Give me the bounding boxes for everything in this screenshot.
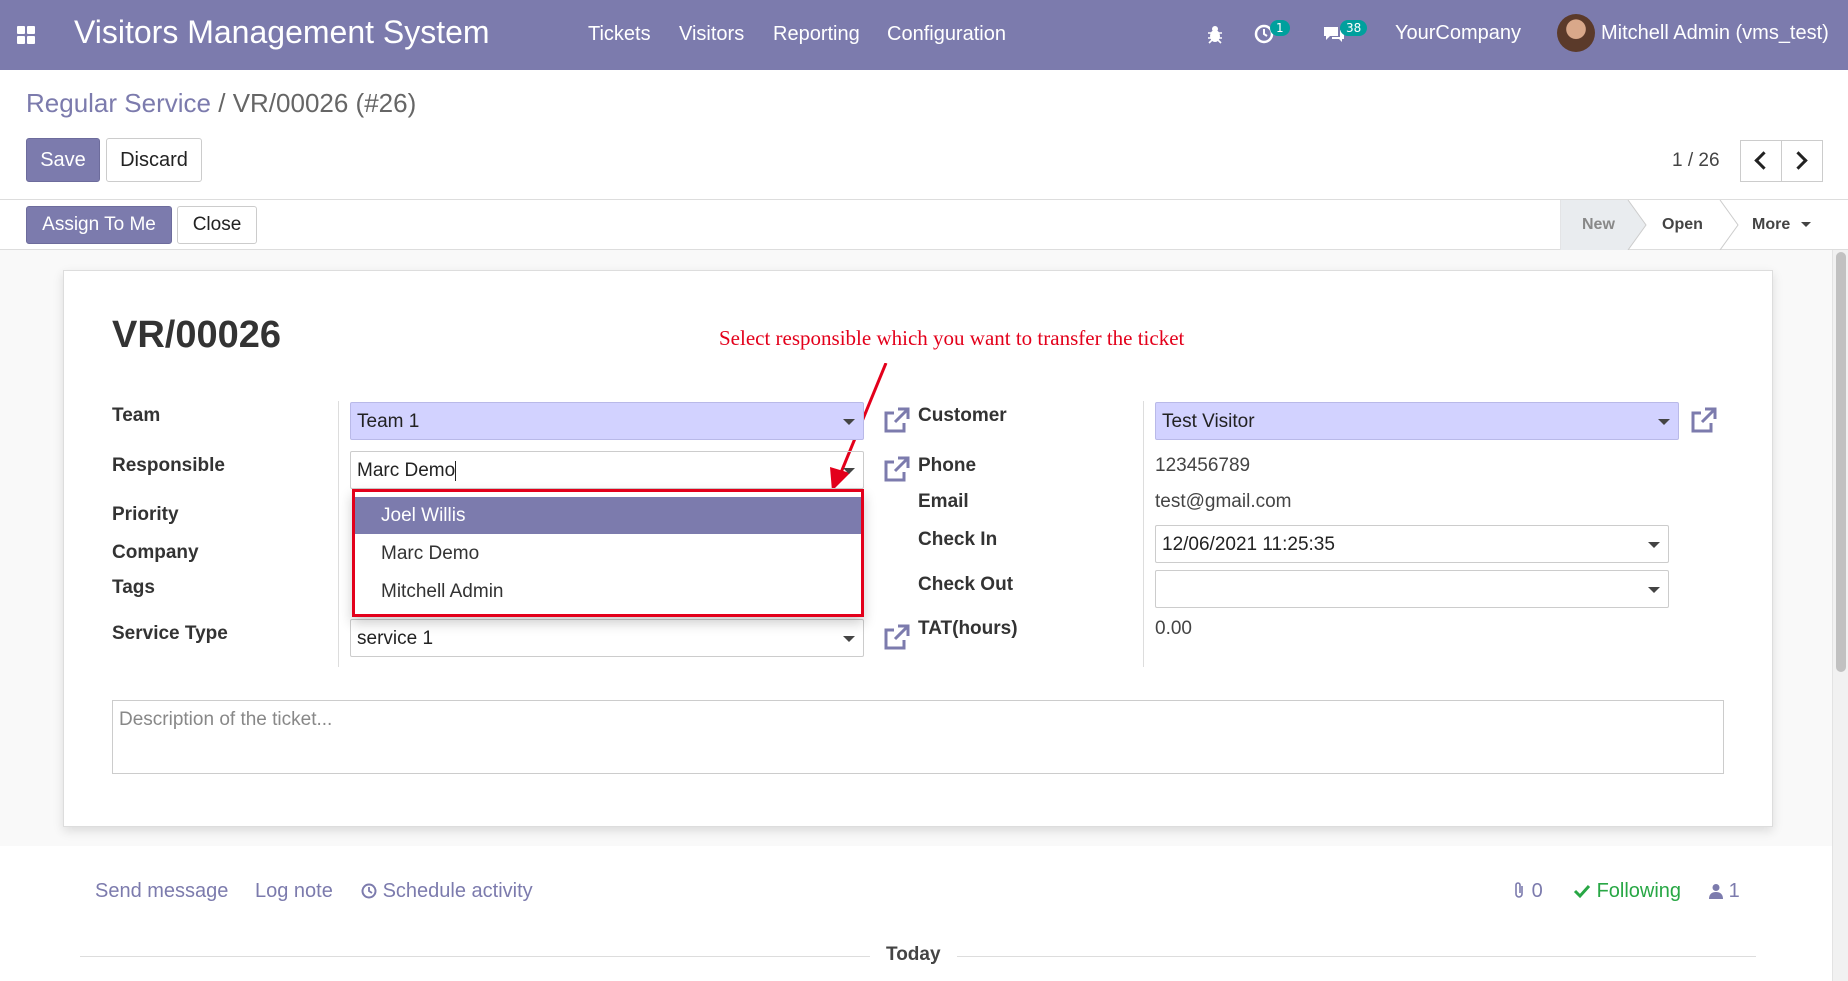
followers-button[interactable]: 1 xyxy=(1709,880,1740,903)
label-tat: TAT(hours) xyxy=(918,618,1018,639)
team-value: Team 1 xyxy=(357,411,420,432)
responsible-input[interactable]: Marc Demo xyxy=(350,451,864,489)
save-button[interactable]: Save xyxy=(26,138,100,182)
check-in-value: 12/06/2021 11:25:35 xyxy=(1162,534,1335,555)
external-link-icon[interactable] xyxy=(882,407,910,433)
top-navbar: Visitors Management System Tickets Visit… xyxy=(0,0,1848,70)
scrollbar[interactable] xyxy=(1832,250,1848,981)
phone-value: 123456789 xyxy=(1155,455,1251,476)
user-icon xyxy=(1709,884,1723,899)
messages-badge: 38 xyxy=(1340,20,1368,36)
label-company: Company xyxy=(112,542,199,563)
label-responsible: Responsible xyxy=(112,455,225,476)
column-separator xyxy=(338,401,339,667)
user-avatar[interactable] xyxy=(1557,14,1595,52)
followers-count: 1 xyxy=(1728,880,1740,902)
menu-configuration[interactable]: Configuration xyxy=(887,23,1006,46)
check-icon xyxy=(1573,884,1591,899)
schedule-activity-button[interactable]: Schedule activity xyxy=(361,880,533,903)
label-email: Email xyxy=(918,491,969,512)
check-out-datetime[interactable] xyxy=(1155,570,1669,608)
chevron-left-icon xyxy=(1754,151,1773,170)
close-ticket-button[interactable]: Close xyxy=(177,206,257,244)
label-check-out: Check Out xyxy=(918,574,1014,595)
stage-new[interactable]: New xyxy=(1582,200,1615,250)
app-title: Visitors Management System xyxy=(74,14,490,50)
status-bar: Assign To Me Close New Open More xyxy=(0,200,1848,250)
date-separator-today: Today xyxy=(870,944,957,966)
label-tags: Tags xyxy=(112,577,155,598)
label-phone: Phone xyxy=(918,455,977,476)
scrollbar-thumb[interactable] xyxy=(1836,252,1846,672)
activity-badge: 1 xyxy=(1270,20,1290,36)
team-select[interactable]: Team 1 xyxy=(350,402,864,440)
user-menu[interactable]: Mitchell Admin (vms_test) xyxy=(1601,22,1829,45)
service-type-select[interactable]: service 1 xyxy=(350,619,864,657)
label-service-type: Service Type xyxy=(112,623,228,644)
pager-previous-button[interactable] xyxy=(1740,140,1782,182)
attachments-button[interactable]: 0 xyxy=(1512,880,1543,903)
pager-next-button[interactable] xyxy=(1781,140,1823,182)
external-link-icon[interactable] xyxy=(1689,407,1717,433)
label-team: Team xyxy=(112,405,161,426)
stage-more-dropdown[interactable]: More xyxy=(1752,200,1811,250)
service-type-value: service 1 xyxy=(357,628,434,649)
form-sheet: VR/00026 Select responsible which you wa… xyxy=(63,270,1773,827)
customer-value: Test Visitor xyxy=(1162,411,1255,432)
pager-value[interactable]: 1 / 26 xyxy=(1672,150,1720,172)
bug-icon[interactable] xyxy=(1205,24,1225,44)
following-label: Following xyxy=(1596,880,1682,902)
label-customer: Customer xyxy=(918,405,1007,426)
breadcrumb-parent[interactable]: Regular Service xyxy=(26,88,211,118)
menu-reporting[interactable]: Reporting xyxy=(773,23,860,46)
chevron-right-icon xyxy=(1789,151,1808,170)
breadcrumb: Regular Service / VR/00026 (#26) xyxy=(26,88,416,119)
responsible-dropdown: Joel Willis Marc Demo Mitchell Admin xyxy=(352,489,864,617)
dropdown-option[interactable]: Marc Demo xyxy=(355,535,861,572)
email-value: test@gmail.com xyxy=(1155,491,1292,512)
control-panel: Regular Service / VR/00026 (#26) Save Di… xyxy=(0,70,1848,200)
clock-icon xyxy=(361,883,377,899)
stage-open[interactable]: Open xyxy=(1662,200,1703,250)
tat-value: 0.00 xyxy=(1155,618,1192,639)
company-switcher[interactable]: YourCompany xyxy=(1395,22,1521,45)
send-message-button[interactable]: Send message xyxy=(95,880,228,903)
caret-down-icon xyxy=(1800,222,1811,228)
instruction-annotation: Select responsible which you want to tra… xyxy=(719,326,1185,350)
dropdown-option[interactable]: Mitchell Admin xyxy=(355,573,861,610)
paperclip-icon xyxy=(1515,882,1523,898)
label-priority: Priority xyxy=(112,504,179,525)
app-grid-icon[interactable] xyxy=(17,26,35,44)
responsible-value: Marc Demo xyxy=(357,460,456,481)
menu-visitors[interactable]: Visitors xyxy=(679,23,744,46)
assign-to-me-button[interactable]: Assign To Me xyxy=(26,206,172,244)
column-separator xyxy=(1143,401,1144,667)
log-note-button[interactable]: Log note xyxy=(255,880,333,903)
discard-button[interactable]: Discard xyxy=(106,138,202,182)
external-link-icon[interactable] xyxy=(882,456,910,482)
stage-more-label: More xyxy=(1752,216,1791,233)
following-button[interactable]: Following xyxy=(1573,880,1681,903)
breadcrumb-separator: / xyxy=(218,88,226,118)
label-check-in: Check In xyxy=(918,529,998,550)
attachments-count: 0 xyxy=(1531,880,1543,902)
customer-select[interactable]: Test Visitor xyxy=(1155,402,1679,440)
description-textarea[interactable]: Description of the ticket... xyxy=(112,700,1724,774)
external-link-icon[interactable] xyxy=(882,624,910,650)
menu-tickets[interactable]: Tickets xyxy=(588,23,651,46)
breadcrumb-current: VR/00026 (#26) xyxy=(232,88,417,118)
ticket-title: VR/00026 xyxy=(112,314,282,356)
check-in-datetime[interactable]: 12/06/2021 11:25:35 xyxy=(1155,525,1669,563)
chatter: Send message Log note Schedule activity … xyxy=(0,846,1832,981)
dropdown-option[interactable]: Joel Willis xyxy=(355,497,861,534)
schedule-activity-label: Schedule activity xyxy=(382,880,533,902)
